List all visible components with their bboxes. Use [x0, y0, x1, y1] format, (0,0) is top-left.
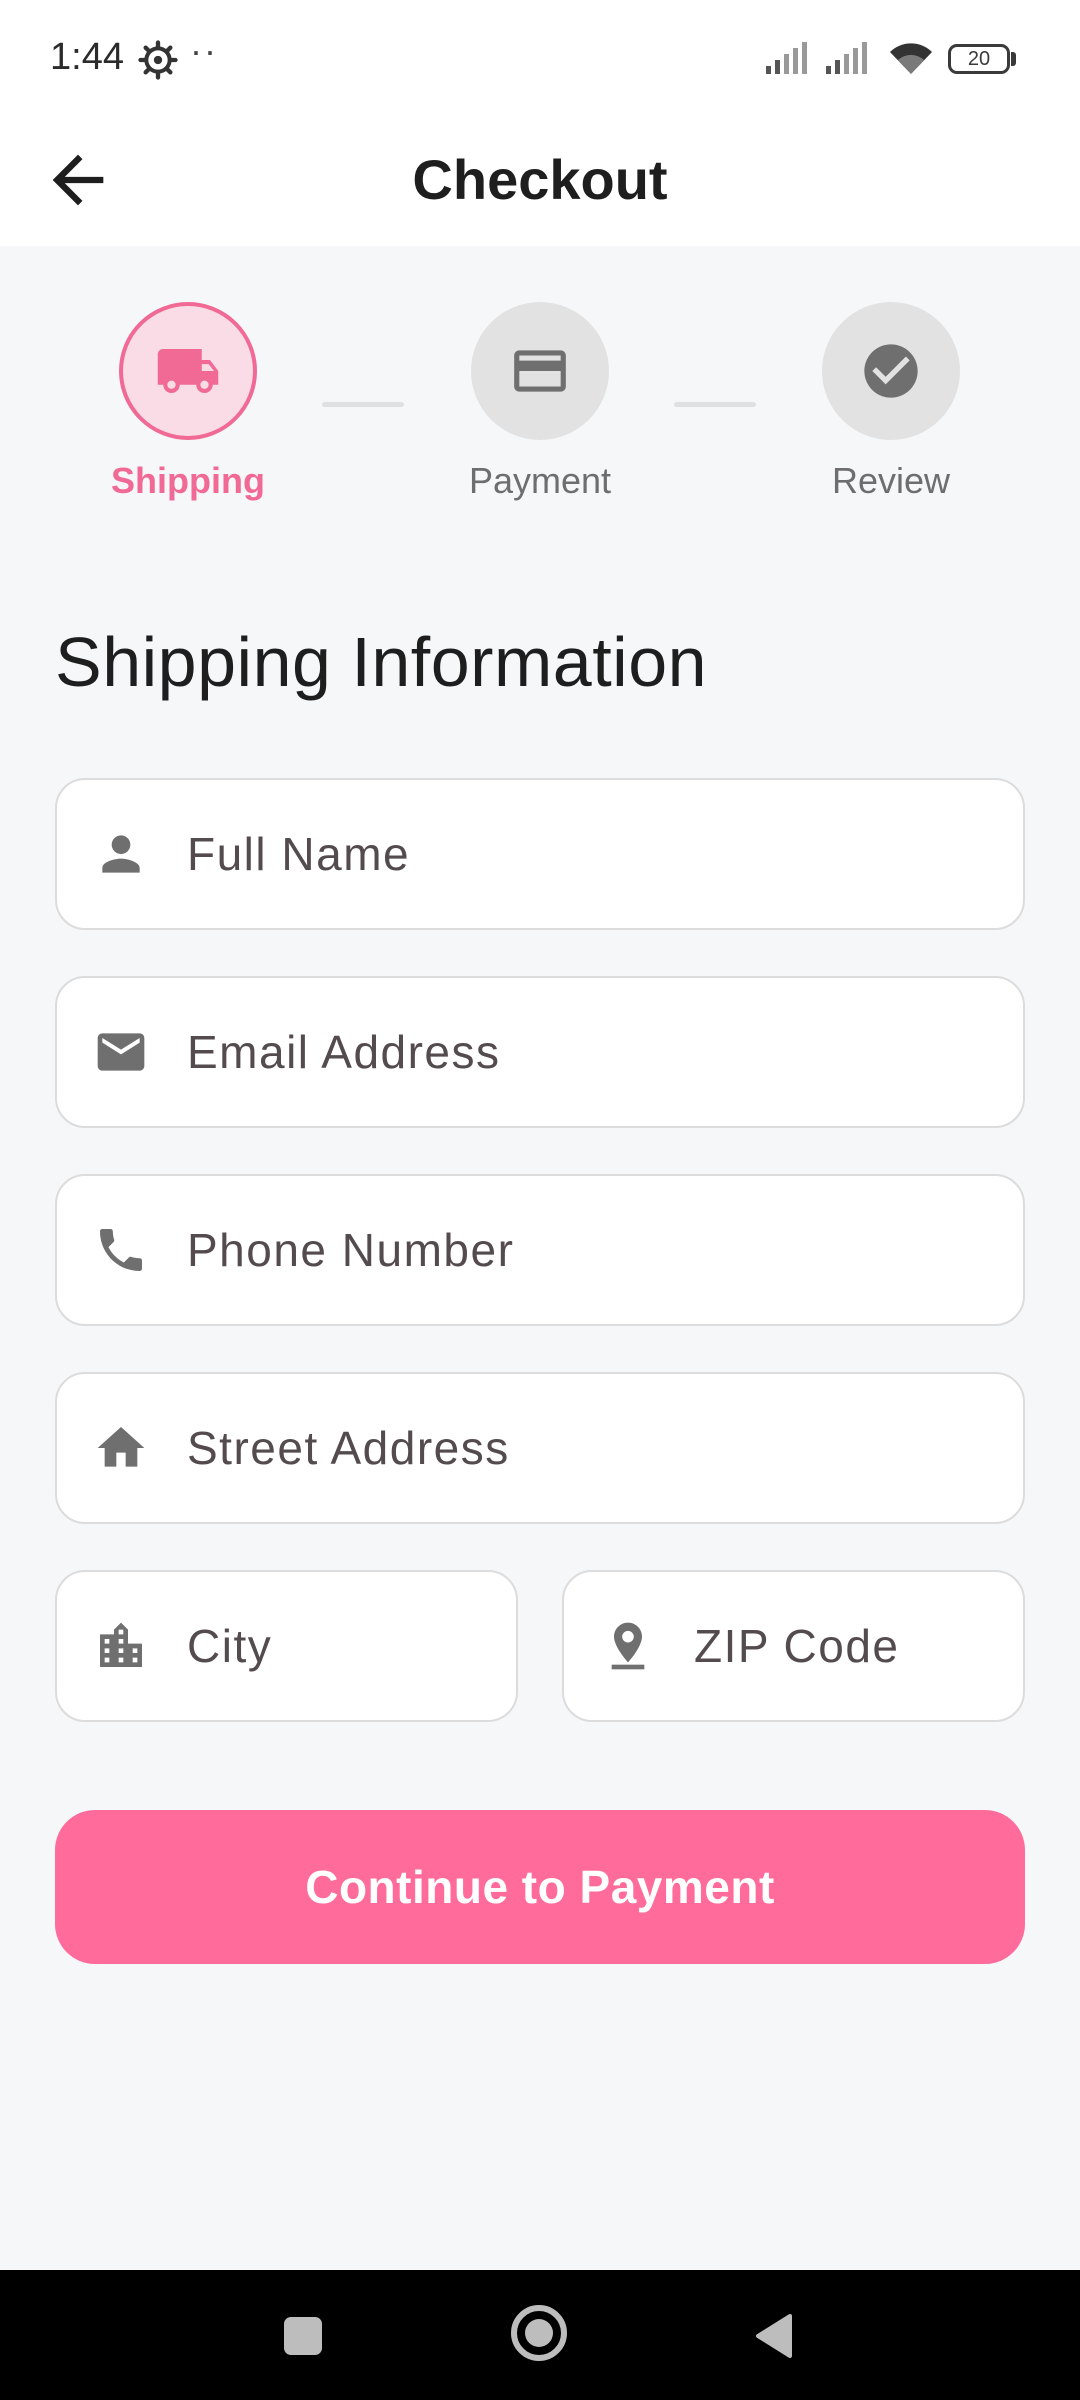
- section-heading: Shipping Information: [55, 623, 708, 701]
- step-connector: [674, 402, 756, 407]
- person-icon: [102, 835, 140, 873]
- app-bar: Checkout: [0, 120, 1080, 246]
- status-bar: 1:44 ·· 20: [0, 0, 1080, 120]
- battery-tip: [1011, 52, 1016, 66]
- city-icon: [100, 1622, 142, 1667]
- battery-icon: 20: [948, 44, 1010, 74]
- continue-to-payment-button[interactable]: Continue to Payment: [55, 1810, 1025, 1964]
- street-address-input[interactable]: [187, 1374, 997, 1522]
- street-address-field[interactable]: [55, 1372, 1025, 1524]
- truck-icon: [157, 349, 219, 393]
- credit-card-icon: [514, 350, 566, 392]
- nav-back-icon[interactable]: [752, 2312, 794, 2360]
- phone-icon: [100, 1229, 142, 1271]
- signal-icon: [826, 42, 867, 74]
- step-payment-circle: [471, 302, 609, 440]
- step-review-label: Review: [831, 460, 951, 501]
- checkout-stepper: Shipping Payment Review: [0, 300, 1080, 520]
- step-payment[interactable]: Payment: [440, 300, 640, 520]
- zip-code-field[interactable]: [562, 1570, 1025, 1722]
- phone-field[interactable]: [55, 1174, 1025, 1326]
- notification-dots: ··: [190, 30, 218, 71]
- full-name-input[interactable]: [187, 780, 997, 928]
- full-name-field[interactable]: [55, 778, 1025, 930]
- page-title: Checkout: [412, 148, 668, 211]
- signal-icon: [766, 42, 807, 74]
- settings-gear-icon: [138, 40, 178, 80]
- step-connector: [322, 402, 404, 407]
- step-shipping-circle: [119, 302, 257, 440]
- battery-level: 20: [967, 48, 991, 70]
- home-button-icon[interactable]: [510, 2304, 568, 2362]
- email-field[interactable]: [55, 976, 1025, 1128]
- check-circle-icon: [864, 344, 918, 398]
- email-input[interactable]: [187, 978, 997, 1126]
- status-time: 1:44: [50, 36, 124, 78]
- system-nav-bar: [0, 2270, 1080, 2400]
- step-review-circle: [822, 302, 960, 440]
- step-review[interactable]: Review: [791, 300, 991, 520]
- home-icon: [97, 1427, 145, 1467]
- location-pin-icon: [611, 1622, 645, 1670]
- recents-button[interactable]: [284, 2317, 322, 2355]
- step-shipping[interactable]: Shipping: [88, 300, 288, 520]
- step-payment-label: Payment: [468, 460, 612, 501]
- wifi-icon: [890, 43, 932, 74]
- zip-code-input[interactable]: [694, 1572, 1004, 1720]
- mail-icon: [97, 1033, 145, 1071]
- city-input[interactable]: [187, 1572, 497, 1720]
- step-shipping-label: Shipping: [111, 460, 265, 501]
- phone-input[interactable]: [187, 1176, 997, 1324]
- city-field[interactable]: [55, 1570, 518, 1722]
